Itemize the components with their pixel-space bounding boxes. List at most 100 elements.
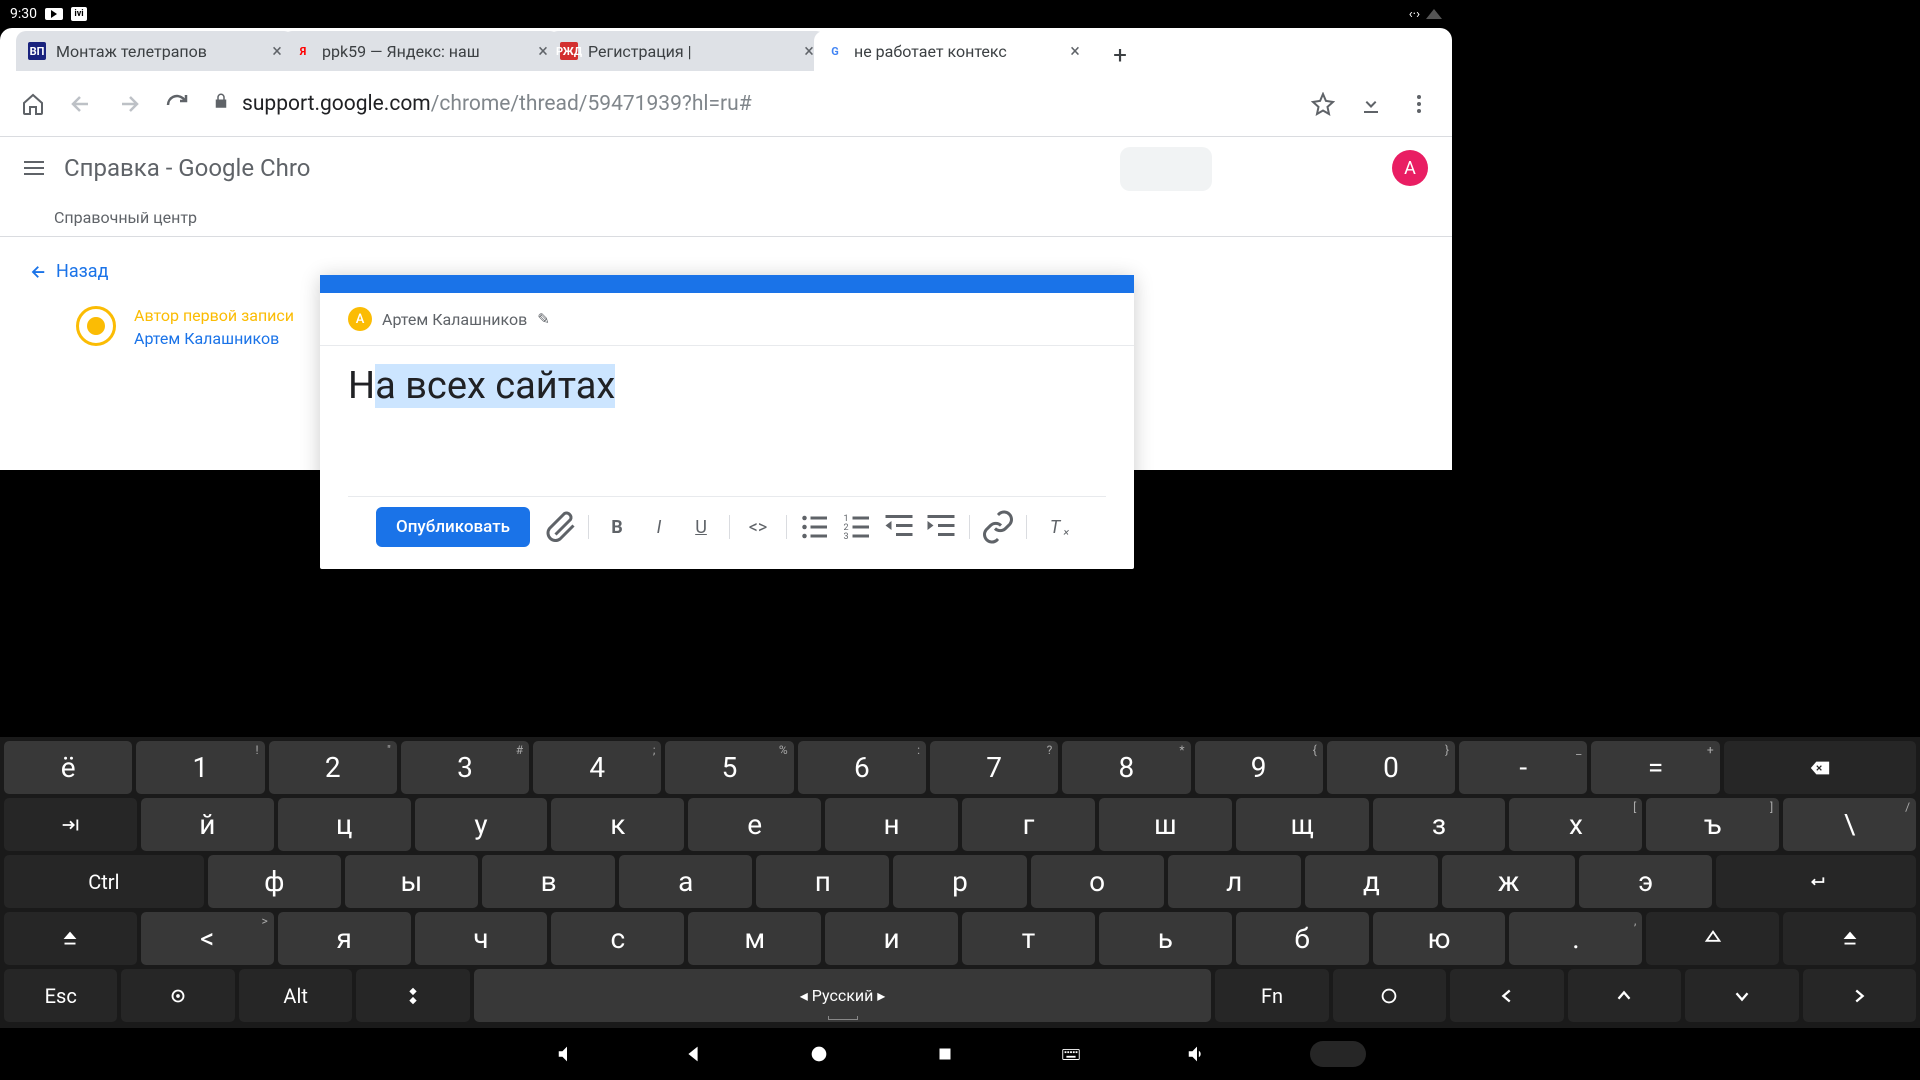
- key[interactable]: х[: [1509, 798, 1642, 851]
- key[interactable]: к: [551, 798, 684, 851]
- key[interactable]: 4;: [533, 741, 661, 794]
- new-tab-button[interactable]: +: [1104, 39, 1136, 71]
- key[interactable]: н: [825, 798, 958, 851]
- link-icon[interactable]: [980, 509, 1016, 545]
- key[interactable]: т: [962, 912, 1095, 965]
- key[interactable]: ц: [278, 798, 411, 851]
- key[interactable]: о: [1031, 855, 1164, 908]
- circle-key[interactable]: [1333, 969, 1446, 1022]
- key[interactable]: ь: [1099, 912, 1232, 965]
- outdent-icon[interactable]: [881, 509, 917, 545]
- key[interactable]: .,: [1509, 912, 1642, 965]
- reload-icon[interactable]: [164, 91, 190, 117]
- bullet-list-icon[interactable]: [797, 509, 833, 545]
- fn-key[interactable]: Fn: [1215, 969, 1328, 1022]
- arrow-up-key[interactable]: [1568, 969, 1681, 1022]
- key[interactable]: ю: [1373, 912, 1506, 965]
- key[interactable]: в: [482, 855, 615, 908]
- clear-format-icon[interactable]: T×: [1037, 509, 1073, 545]
- editor-textarea[interactable]: На всех сайтах: [320, 346, 1134, 496]
- enter-key[interactable]: [1716, 855, 1916, 908]
- browser-tab[interactable]: Яppk59 — Яндекс: наш×: [282, 31, 560, 71]
- italic-icon[interactable]: I: [641, 509, 677, 545]
- key[interactable]: ф: [208, 855, 341, 908]
- key[interactable]: г: [962, 798, 1095, 851]
- key[interactable]: \/: [1783, 798, 1916, 851]
- key[interactable]: э: [1579, 855, 1712, 908]
- key[interactable]: -_: [1459, 741, 1587, 794]
- tab-close-icon[interactable]: ×: [1066, 42, 1084, 60]
- pencil-icon[interactable]: ✎: [537, 310, 550, 328]
- key[interactable]: з: [1373, 798, 1506, 851]
- nav-back-icon[interactable]: [680, 1041, 706, 1067]
- spacebar-key[interactable]: ◂ Русский ▸: [474, 969, 1211, 1022]
- key[interactable]: у: [415, 798, 548, 851]
- download-icon[interactable]: [1358, 91, 1384, 117]
- arrow-left-key[interactable]: [1450, 969, 1563, 1022]
- browser-tab[interactable]: РЖДРегистрация |×: [548, 31, 826, 71]
- alt-key[interactable]: Alt: [239, 969, 352, 1022]
- forward-icon[interactable]: [116, 91, 142, 117]
- key[interactable]: ё: [4, 741, 132, 794]
- browser-tab[interactable]: ВПМонтаж телетрапов×: [16, 31, 294, 71]
- key[interactable]: щ: [1236, 798, 1369, 851]
- arrow-right-key[interactable]: [1803, 969, 1916, 1022]
- back-icon[interactable]: [68, 91, 94, 117]
- search-box[interactable]: [1120, 147, 1212, 191]
- bold-icon[interactable]: B: [599, 509, 635, 545]
- key[interactable]: ъ]: [1646, 798, 1779, 851]
- key[interactable]: л: [1168, 855, 1301, 908]
- key[interactable]: 1!: [136, 741, 264, 794]
- hamburger-icon[interactable]: [24, 161, 44, 175]
- key[interactable]: 5%: [665, 741, 793, 794]
- star-icon[interactable]: [1310, 91, 1336, 117]
- key[interactable]: 8*: [1062, 741, 1190, 794]
- shift-left-key[interactable]: [4, 912, 137, 965]
- backspace-key[interactable]: [1724, 741, 1916, 794]
- nav-recent-icon[interactable]: [932, 1041, 958, 1067]
- key[interactable]: е: [688, 798, 821, 851]
- menu-icon[interactable]: [1406, 91, 1432, 117]
- number-list-icon[interactable]: 123: [839, 509, 875, 545]
- key[interactable]: =+: [1591, 741, 1719, 794]
- caps-key[interactable]: [1646, 912, 1779, 965]
- tab-key[interactable]: [4, 798, 137, 851]
- key[interactable]: п: [756, 855, 889, 908]
- url-field[interactable]: support.google.com/chrome/thread/5947193…: [212, 92, 1288, 116]
- subnav-help-center[interactable]: Справочный центр: [0, 199, 1452, 237]
- key[interactable]: 0}: [1327, 741, 1455, 794]
- key[interactable]: ы: [345, 855, 478, 908]
- key[interactable]: 3#: [401, 741, 529, 794]
- settings-key[interactable]: [121, 969, 234, 1022]
- user-avatar[interactable]: А: [1392, 150, 1428, 186]
- key[interactable]: р: [893, 855, 1026, 908]
- key[interactable]: и: [825, 912, 958, 965]
- underline-icon[interactable]: U: [683, 509, 719, 545]
- volume-down-icon[interactable]: [554, 1041, 580, 1067]
- attach-icon[interactable]: [542, 509, 578, 545]
- volume-up-icon[interactable]: [1184, 1041, 1210, 1067]
- key[interactable]: ч: [415, 912, 548, 965]
- home-icon[interactable]: [20, 91, 46, 117]
- indent-icon[interactable]: [923, 509, 959, 545]
- nav-home-icon[interactable]: [806, 1041, 832, 1067]
- key[interactable]: 9{: [1195, 741, 1323, 794]
- author-name[interactable]: Артем Калашников: [134, 329, 294, 348]
- browser-tab[interactable]: Gне работает контекс×: [814, 31, 1092, 71]
- key[interactable]: й: [141, 798, 274, 851]
- key[interactable]: я: [278, 912, 411, 965]
- ctrl-key[interactable]: Ctrl: [4, 855, 204, 908]
- screenshot-icon[interactable]: [1310, 1041, 1366, 1067]
- key[interactable]: д: [1305, 855, 1438, 908]
- key[interactable]: 7?: [930, 741, 1058, 794]
- key[interactable]: ш: [1099, 798, 1232, 851]
- key[interactable]: ж: [1442, 855, 1575, 908]
- key[interactable]: 6:: [798, 741, 926, 794]
- key[interactable]: с: [551, 912, 684, 965]
- keyboard-switch-icon[interactable]: [1058, 1041, 1084, 1067]
- key[interactable]: м: [688, 912, 821, 965]
- key[interactable]: а: [619, 855, 752, 908]
- esc-key[interactable]: Esc: [4, 969, 117, 1022]
- code-icon[interactable]: <>: [740, 509, 776, 545]
- shift-right-key[interactable]: [1783, 912, 1916, 965]
